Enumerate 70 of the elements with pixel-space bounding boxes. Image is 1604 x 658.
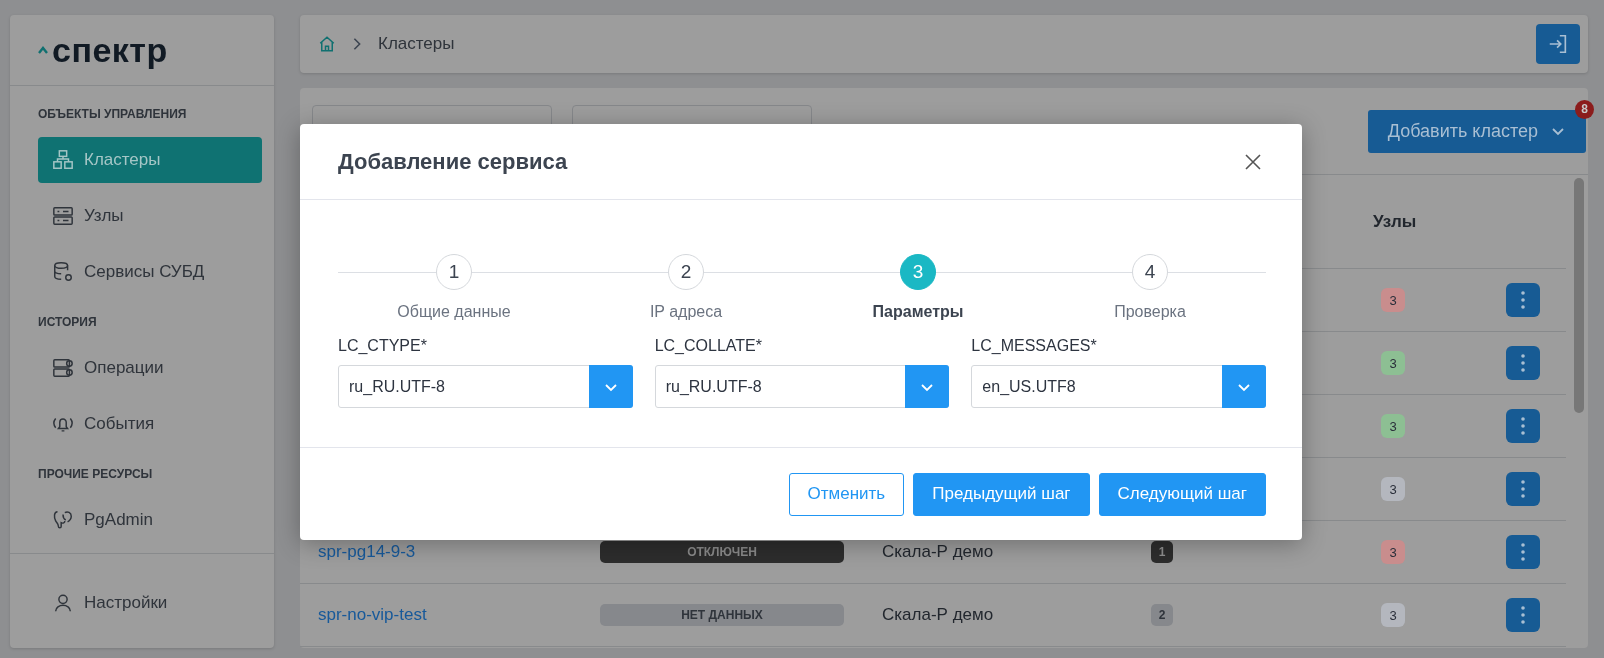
close-icon [1244,152,1262,171]
logout-button[interactable] [1536,24,1580,64]
next-step-button[interactable]: Следующий шаг [1098,472,1266,516]
cluster-name-link[interactable]: spr-no-vip-test [318,605,427,624]
cluster-icon [52,149,74,172]
row-menu-button[interactable] [1506,598,1540,632]
status-label: ОТКЛЮЧЕН [600,541,844,563]
more-icon [1521,543,1525,561]
home-icon[interactable] [318,35,336,53]
more-icon [1521,354,1525,372]
more-icon [1521,291,1525,309]
sidebar-item[interactable]: Узлы [38,193,262,240]
close-button[interactable] [1244,152,1262,171]
step-label: Общие данные [397,303,511,321]
row-menu-button[interactable] [1506,283,1540,317]
count-label: 1 [1151,541,1173,563]
sidebar-item[interactable]: Кластеры [38,137,262,184]
select-field[interactable]: en_US.UTF8 [971,365,1266,408]
section-title: ИСТОРИЯ [38,315,98,330]
step-label: Параметры [872,303,964,321]
column-header: Узлы [1373,211,1418,232]
field-label: LC_CTYPE* [338,337,428,355]
nodes-count: 3 [1381,477,1405,501]
step-label: IP адреса [649,303,723,321]
step-label: Проверка [1114,303,1186,321]
previous-step-button[interactable]: Предыдущий шаг [913,472,1090,516]
step-number[interactable]: 1 [436,254,472,290]
cluster-name-link[interactable]: spr-pg14-9-3 [318,542,416,561]
status-label: НЕТ ДАННЫХ [600,604,844,626]
dialog-title: Добавление сервиса [338,148,568,175]
sidebar-item[interactable]: События [38,401,262,448]
more-icon [1521,480,1525,498]
section-title: ПРОЧИЕ РЕСУРСЫ [38,467,154,482]
table-cell-text: Скала-Р демо [881,542,994,561]
step-number[interactable]: 2 [668,254,704,290]
nodes-count: 3 [1381,414,1405,438]
server-icon [52,205,74,228]
row-menu-button[interactable] [1506,409,1540,443]
select-field[interactable]: ru_RU.UTF-8 [338,365,633,408]
server-status-icon [52,357,74,380]
breadcrumb-current: Кластеры [378,34,455,54]
count-label: 2 [1151,604,1173,626]
field-label: LC_MESSAGES* [971,337,1098,355]
dropdown-button[interactable] [588,365,633,408]
more-icon [1521,606,1525,624]
notification-badge: 8 [1575,99,1594,119]
scrollbar[interactable] [1574,178,1584,413]
select-field[interactable]: ru_RU.UTF-8 [654,365,950,408]
step-number[interactable]: 3 [900,254,936,290]
row-menu-button[interactable] [1506,535,1540,569]
nodes-count: 3 [1381,540,1405,564]
sidebar-item[interactable]: Операции [38,345,262,392]
more-icon [1521,417,1525,435]
nodes-count: 3 [1381,603,1405,627]
sidebar-item[interactable]: PgAdmin [38,497,262,544]
logout-icon [1547,33,1569,55]
nodes-count: 3 [1381,351,1405,375]
caret-icon [38,46,48,55]
sidebar-item[interactable]: Настройки [38,580,262,627]
dropdown-button[interactable] [905,365,950,408]
logo: спектр [52,30,168,70]
field-label: LC_COLLATE* [654,337,763,355]
table-cell-text: Скала-Р демо [881,605,994,624]
row-menu-button[interactable] [1506,346,1540,380]
step-number[interactable]: 4 [1132,254,1168,290]
sidebar-item[interactable]: Сервисы СУБД [38,249,262,296]
row-menu-button[interactable] [1506,472,1540,506]
nodes-count: 3 [1381,288,1405,312]
cancel-button[interactable]: Отменить [788,472,905,516]
section-title: ОБЪЕКТЫ УПРАВЛЕНИЯ [38,107,188,122]
